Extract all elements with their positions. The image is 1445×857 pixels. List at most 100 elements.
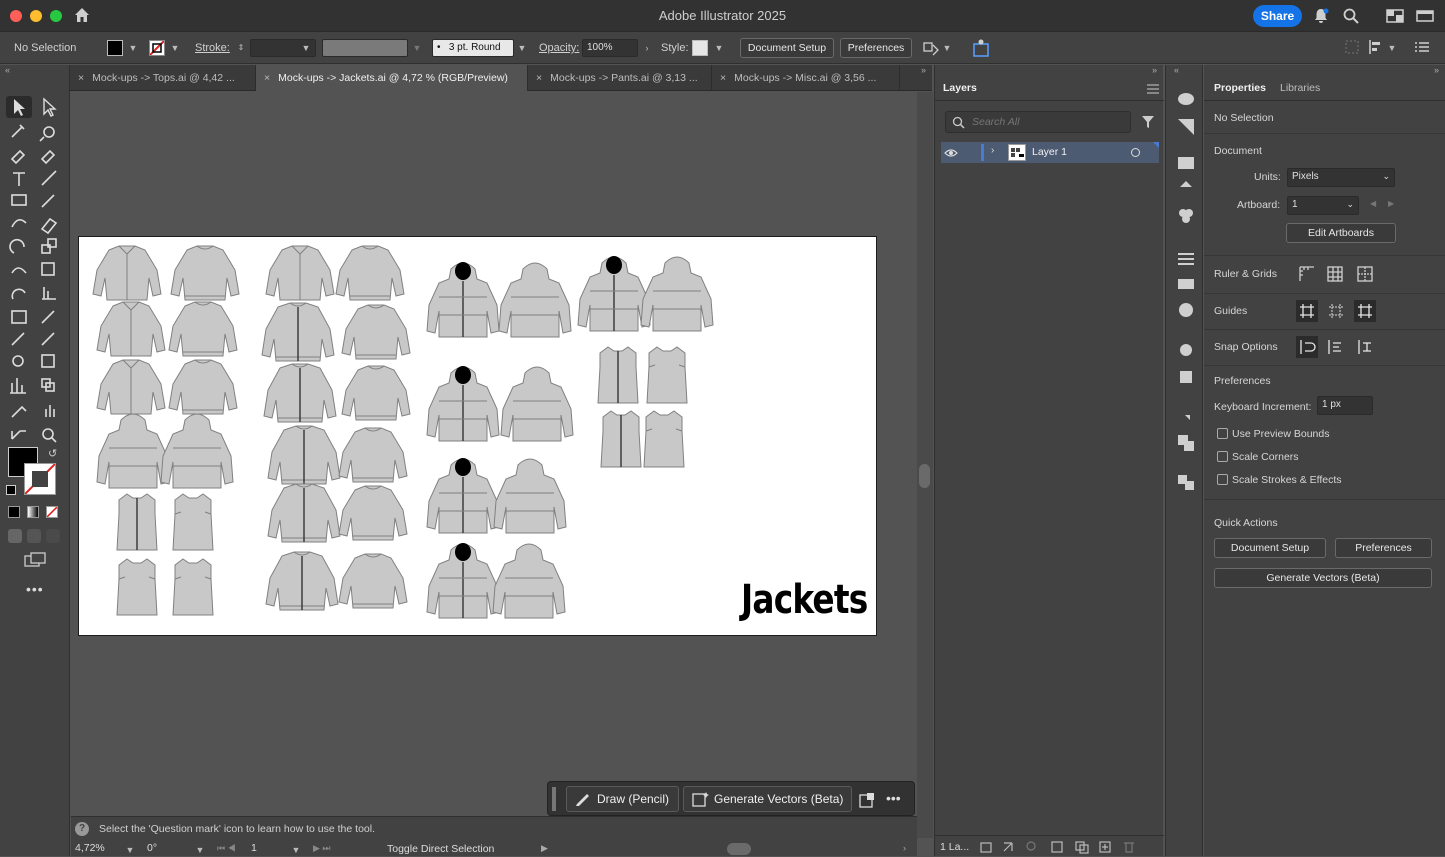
bell-icon[interactable] [1312, 7, 1330, 25]
share-button[interactable]: Share [1253, 5, 1302, 27]
workspace-icon[interactable] [1386, 7, 1404, 25]
filter-icon[interactable] [1141, 115, 1155, 129]
tab-layers[interactable]: Layers [943, 82, 977, 94]
chevron-down-icon[interactable]: ▼ [1387, 41, 1397, 55]
variable-width-profile[interactable] [322, 39, 408, 57]
artboard[interactable]: Jackets [78, 236, 877, 636]
stroke-label[interactable]: Stroke: [195, 42, 230, 54]
layer-name[interactable]: Layer 1 [1032, 146, 1067, 158]
chevron-down-icon[interactable]: ▼ [942, 41, 952, 55]
chevron-down-icon[interactable]: ▼ [517, 41, 527, 55]
brush-definition-dropdown[interactable]: • 3 pt. Round [432, 39, 514, 57]
preferences-button[interactable]: Preferences [840, 38, 912, 58]
artboard-nav-last[interactable]: ▶ ⏭ [313, 843, 331, 854]
chevron-down-icon[interactable]: ▼ [195, 843, 205, 857]
fill-swatch[interactable] [107, 40, 123, 56]
artboard-nav-first[interactable]: ⏮ ◀ [217, 843, 236, 854]
color-mode-icon[interactable] [8, 506, 20, 518]
chevron-down-icon[interactable]: ▼ [714, 41, 724, 55]
stroke-swatch[interactable] [149, 40, 165, 56]
tool-status: Toggle Direct Selection [387, 843, 495, 855]
edit-artboards-button[interactable]: Edit Artboards [1286, 223, 1396, 243]
question-mark-icon[interactable]: ? [75, 822, 89, 836]
document-setup-button[interactable]: Document Setup [740, 38, 834, 58]
draw-behind-icon[interactable] [27, 529, 41, 543]
artboard-number[interactable]: 1 [251, 842, 257, 854]
chevron-down-icon[interactable]: ▼ [125, 843, 135, 857]
screen-mode-icon[interactable] [24, 552, 46, 568]
scale-corners-checkbox[interactable] [1217, 451, 1228, 462]
keyboard-increment-input[interactable]: 1 px [1317, 396, 1373, 415]
close-tab-icon[interactable]: × [720, 72, 726, 84]
generate-vectors-button[interactable]: Generate Vectors (Beta) [683, 786, 852, 812]
artboard-next-icon[interactable]: ▶ [1388, 199, 1394, 208]
scale-strokes-checkbox[interactable] [1217, 474, 1228, 485]
scrollbar-thumb[interactable] [919, 464, 930, 488]
properties-panel: » Properties Libraries No Selection Docu… [1204, 65, 1445, 856]
swap-colors-icon[interactable]: ↺ [48, 447, 57, 460]
tab-jackets[interactable]: × Mock-ups -> Jackets.ai @ 4,72 % (RGB/Pr… [256, 65, 528, 91]
more-tools-icon[interactable]: ••• [26, 581, 44, 597]
puppet-warp-icon[interactable] [972, 38, 990, 58]
status-menu-icon[interactable]: ▶ [541, 843, 548, 854]
chevron-down-icon[interactable]: ▼ [128, 41, 138, 55]
more-options-icon[interactable]: ••• [886, 790, 901, 806]
arrange-windows-icon[interactable] [1416, 7, 1434, 25]
qa-document-setup-button[interactable]: Document Setup [1214, 538, 1326, 558]
close-tab-icon[interactable]: × [78, 72, 84, 84]
layer-row[interactable]: › Layer 1 [941, 142, 1159, 163]
expand-icon[interactable]: » [1152, 65, 1157, 75]
chevron-down-icon[interactable]: ▼ [412, 41, 422, 55]
expand-icon[interactable]: » [921, 65, 926, 75]
chevron-right-icon[interactable]: › [642, 41, 652, 55]
chevron-down-icon[interactable]: ▼ [301, 41, 311, 55]
target-circle-icon[interactable] [1131, 148, 1140, 157]
layers-search-box[interactable] [945, 111, 1131, 133]
units-dropdown[interactable]: Pixels ⌄ [1287, 168, 1395, 187]
horizontal-scrollbar-thumb[interactable] [727, 843, 751, 855]
opacity-label[interactable]: Opacity: [539, 42, 579, 54]
chevron-right-icon[interactable]: › [991, 145, 994, 156]
arrange-icon[interactable] [922, 39, 940, 57]
panel-menu-icon[interactable] [1415, 41, 1429, 53]
artboard-title: Jackets [741, 577, 868, 623]
tab-properties[interactable]: Properties [1214, 82, 1266, 94]
chevron-right-icon[interactable]: › [903, 843, 906, 853]
artboard-input[interactable]: 1 ⌄ [1287, 196, 1359, 215]
align-icon[interactable] [1368, 40, 1384, 54]
graphic-style-swatch[interactable] [692, 40, 708, 56]
chevron-down-icon[interactable]: ▼ [291, 843, 301, 857]
opacity-input[interactable]: 100% [582, 39, 638, 57]
layers-search-input[interactable] [972, 114, 1122, 130]
draw-pencil-button[interactable]: Draw (Pencil) [566, 786, 679, 812]
default-colors-icon[interactable] [6, 485, 16, 495]
close-tab-icon[interactable]: × [264, 72, 270, 84]
qa-preferences-button[interactable]: Preferences [1335, 538, 1432, 558]
chevron-down-icon[interactable]: ▼ [170, 41, 180, 55]
close-tab-icon[interactable]: × [536, 72, 542, 84]
none-mode-icon[interactable] [46, 506, 58, 518]
drag-handle[interactable] [552, 787, 556, 811]
panel-menu-icon[interactable] [1147, 84, 1159, 94]
divider [1204, 499, 1445, 500]
rotation-value[interactable]: 0° [147, 842, 157, 854]
expand-icon[interactable]: » [1434, 65, 1439, 75]
stroke-stepper[interactable]: ⇕ [236, 41, 246, 55]
artboard-prev-icon[interactable]: ◀ [1370, 199, 1376, 208]
stroke-color-swatch[interactable] [24, 463, 56, 495]
tab-tops[interactable]: × Mock-ups -> Tops.ai @ 4,42 ... [70, 65, 256, 91]
gradient-mode-icon[interactable] [27, 506, 39, 518]
pin-bar-icon[interactable] [859, 792, 875, 808]
search-icon[interactable] [1342, 7, 1360, 25]
use-preview-bounds-checkbox[interactable] [1217, 428, 1228, 439]
tab-libraries[interactable]: Libraries [1280, 82, 1320, 94]
draw-normal-icon[interactable] [8, 529, 22, 543]
tab-misc[interactable]: × Mock-ups -> Misc.ai @ 3,56 ... [712, 65, 900, 91]
collapse-icon[interactable]: « [1174, 65, 1179, 75]
visibility-eye-icon[interactable] [944, 148, 958, 158]
tab-pants[interactable]: × Mock-ups -> Pants.ai @ 3,13 ... [528, 65, 712, 91]
transform-icon[interactable] [1345, 40, 1359, 54]
draw-inside-icon[interactable] [46, 529, 60, 543]
collapse-icon[interactable]: « [5, 65, 10, 75]
qa-generate-vectors-button[interactable]: Generate Vectors (Beta) [1214, 568, 1432, 588]
